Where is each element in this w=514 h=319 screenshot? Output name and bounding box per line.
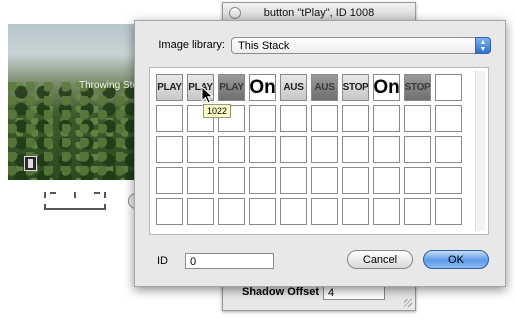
image-thumbnail[interactable]: PLAY bbox=[218, 74, 245, 101]
empty-image-slot[interactable] bbox=[156, 167, 183, 194]
image-grid-panel: PLAY PLAY PLAY On AUS AUS STOP On STOP bbox=[149, 67, 489, 235]
film-icon[interactable] bbox=[24, 156, 37, 171]
image-thumbnail[interactable]: On bbox=[373, 74, 400, 101]
empty-image-slot[interactable] bbox=[404, 136, 431, 163]
empty-image-slot[interactable] bbox=[187, 136, 214, 163]
empty-image-slot[interactable] bbox=[311, 136, 338, 163]
empty-image-slot[interactable] bbox=[156, 198, 183, 225]
shadow-offset-label: Shadow Offset bbox=[241, 286, 319, 298]
empty-image-slot[interactable] bbox=[280, 198, 307, 225]
empty-image-slot[interactable] bbox=[156, 136, 183, 163]
image-library-row: Image library: This Stack ▲ ▼ bbox=[147, 36, 491, 54]
empty-image-slot[interactable] bbox=[187, 167, 214, 194]
empty-image-slot[interactable] bbox=[156, 105, 183, 132]
empty-image-slot[interactable] bbox=[342, 136, 369, 163]
empty-image-slot[interactable] bbox=[249, 136, 276, 163]
empty-image-slot[interactable] bbox=[311, 105, 338, 132]
image-thumbnail[interactable]: On bbox=[249, 74, 276, 101]
empty-image-slot[interactable] bbox=[435, 198, 462, 225]
empty-image-slot[interactable] bbox=[342, 105, 369, 132]
image-library-select[interactable]: This Stack ▲ ▼ bbox=[231, 36, 491, 54]
select-arrows-icon: ▲ ▼ bbox=[475, 36, 491, 54]
empty-image-slot[interactable] bbox=[218, 198, 245, 225]
video-caption: Throwing Sto bbox=[79, 80, 138, 91]
video-stack-window: Throwing Sto bbox=[8, 24, 138, 180]
selection-handles bbox=[44, 192, 108, 210]
empty-image-slot[interactable] bbox=[218, 136, 245, 163]
empty-image-slot[interactable] bbox=[404, 105, 431, 132]
image-library-value: This Stack bbox=[238, 39, 290, 52]
empty-image-slot[interactable] bbox=[373, 105, 400, 132]
image-thumbnail[interactable]: STOP bbox=[342, 74, 369, 101]
empty-image-slot[interactable] bbox=[373, 198, 400, 225]
empty-image-slot[interactable] bbox=[404, 198, 431, 225]
empty-image-slot[interactable] bbox=[373, 167, 400, 194]
resize-grip-icon[interactable] bbox=[404, 299, 412, 307]
empty-image-slot[interactable] bbox=[342, 167, 369, 194]
empty-image-slot[interactable] bbox=[280, 105, 307, 132]
id-label: ID bbox=[157, 255, 168, 267]
image-thumbnail-label: PLAY bbox=[157, 82, 182, 93]
image-thumbnail[interactable]: PLAY bbox=[156, 74, 183, 101]
id-row: ID 0 bbox=[147, 253, 274, 269]
image-thumbnail[interactable] bbox=[435, 74, 462, 101]
empty-image-slot[interactable] bbox=[187, 198, 214, 225]
empty-image-slot[interactable] bbox=[342, 198, 369, 225]
empty-image-slot[interactable] bbox=[249, 198, 276, 225]
empty-image-slot[interactable] bbox=[218, 167, 245, 194]
window-close-icon[interactable] bbox=[229, 7, 241, 19]
image-thumbnail-label: STOP bbox=[342, 82, 369, 93]
image-thumbnail-label: AUS bbox=[314, 82, 335, 93]
ok-button[interactable]: OK bbox=[423, 250, 489, 269]
image-library-label: Image library: bbox=[158, 39, 225, 51]
empty-image-slot[interactable] bbox=[404, 167, 431, 194]
empty-image-slot[interactable] bbox=[249, 167, 276, 194]
empty-image-slot[interactable] bbox=[249, 105, 276, 132]
image-thumbnail-label: PLAY bbox=[219, 82, 244, 93]
empty-image-slot[interactable] bbox=[311, 167, 338, 194]
mouse-pointer-icon bbox=[201, 86, 214, 104]
empty-image-slot[interactable] bbox=[280, 167, 307, 194]
empty-image-slot[interactable] bbox=[435, 105, 462, 132]
image-grid-scrollbar[interactable] bbox=[475, 71, 485, 231]
empty-image-slot[interactable] bbox=[435, 136, 462, 163]
image-thumbnail-label: STOP bbox=[404, 82, 431, 93]
id-field[interactable]: 0 bbox=[185, 253, 274, 269]
empty-image-slot[interactable] bbox=[373, 136, 400, 163]
image-thumbnail-label: AUS bbox=[283, 82, 304, 93]
image-id-tooltip: 1022 bbox=[203, 104, 232, 118]
image-library-dialog: Image library: This Stack ▲ ▼ PLAY PLAY PLA… bbox=[134, 20, 506, 287]
image-thumbnail[interactable]: STOP bbox=[404, 74, 431, 101]
empty-image-slot[interactable] bbox=[311, 198, 338, 225]
empty-image-slot[interactable] bbox=[435, 167, 462, 194]
image-thumbnail[interactable]: AUS bbox=[280, 74, 307, 101]
inspector-title: button "tPlay", ID 1008 bbox=[263, 7, 375, 19]
image-thumbnail[interactable]: AUS bbox=[311, 74, 338, 101]
image-thumbnail-label: On bbox=[373, 76, 400, 98]
cancel-button[interactable]: Cancel bbox=[347, 250, 413, 269]
empty-image-slot[interactable] bbox=[280, 136, 307, 163]
image-thumbnail-label: On bbox=[249, 76, 276, 98]
